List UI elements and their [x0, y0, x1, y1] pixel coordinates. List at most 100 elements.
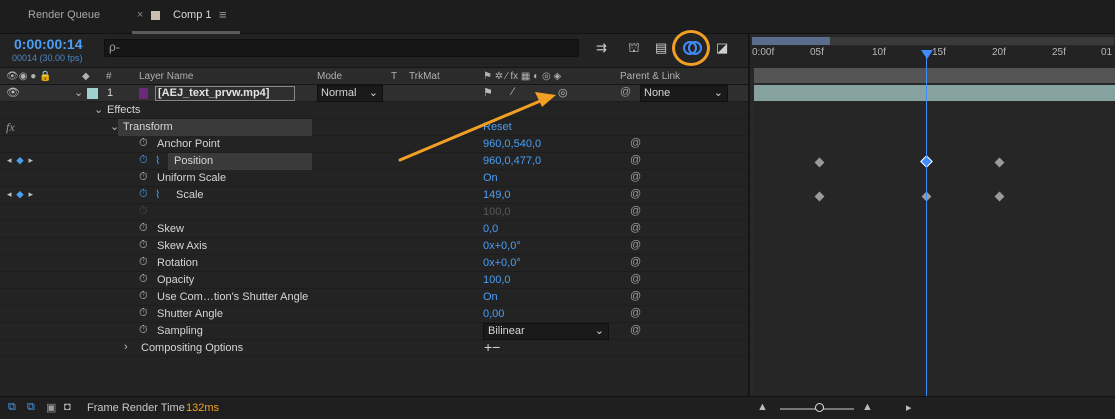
property-value[interactable]: 0x+0,0° [483, 257, 521, 269]
layer-name-header[interactable]: Layer Name [139, 71, 193, 82]
work-area-bar[interactable] [754, 68, 1115, 83]
property-value[interactable]: 0,00 [483, 308, 504, 320]
comp-flowchart-icon[interactable]: ⇉ [596, 40, 607, 56]
blend-mode-select[interactable]: Normal ⌄ [317, 85, 383, 102]
pick-whip-icon[interactable]: @ [620, 86, 631, 98]
draft-3d-icon[interactable]: ⛫ [628, 40, 640, 58]
comp-icon[interactable]: ⧉ [8, 401, 16, 414]
property-row-sampling[interactable]: ⏱ Sampling Bilinear ⌄ @ [0, 323, 748, 340]
stopwatch-icon[interactable]: ⏱ [139, 188, 148, 201]
pick-whip-icon[interactable]: @ [630, 273, 641, 285]
property-value[interactable]: On [483, 172, 498, 184]
timeline-area[interactable]: 0:00f 05f 10f 15f 20f 25f 01 [748, 34, 1115, 396]
zoom-in-icon[interactable]: ▲ [862, 401, 873, 413]
property-row-anchor-point[interactable]: ⏱ Anchor Point 960,0,540,0 @ [0, 136, 748, 153]
pick-whip-icon[interactable]: @ [630, 222, 641, 234]
stopwatch-icon[interactable]: ⏱ [139, 239, 148, 252]
stopwatch-icon[interactable]: ⏱ [139, 290, 148, 303]
pick-whip-icon[interactable]: @ [630, 324, 641, 336]
layer-name[interactable]: [AEJ_text_prvw.mp4] [155, 86, 295, 101]
parent-select[interactable]: None ⌄ [640, 85, 728, 102]
stopwatch-icon[interactable]: ⏱ [139, 137, 148, 150]
property-row-position[interactable]: ◂◆▸ ⏱ ⌇ Position 960,0,477,0 @ [0, 153, 748, 170]
property-row-shutter-angle[interactable]: ⏱ Shutter Angle 0,00 @ [0, 306, 748, 323]
graph-icon[interactable]: ⌇ [155, 188, 160, 201]
pick-whip-icon[interactable]: @ [630, 290, 641, 302]
property-value[interactable]: 0,0 [483, 223, 498, 235]
stopwatch-icon[interactable]: ⏱ [139, 171, 148, 184]
property-value[interactable]: 960,0,540,0 [483, 138, 541, 150]
timeline-toolbar: 0:00:00:14 00014 (30.00 fps) ρ- ⇉ ⛫ ▤ ◪ [0, 34, 748, 67]
pick-whip-icon[interactable]: @ [630, 137, 641, 149]
current-time-indicator[interactable] [926, 52, 927, 396]
stopwatch-icon[interactable]: ⏱ [139, 222, 148, 235]
quality-icon[interactable]: ⁄ [512, 86, 514, 98]
pick-whip-icon[interactable]: @ [630, 154, 641, 166]
timeline-track-area[interactable] [754, 102, 1115, 396]
current-time-display[interactable]: 0:00:00:14 [14, 36, 83, 52]
layer-switches-toggle-icon[interactable]: ⧉ [27, 401, 35, 414]
layer-motion-blur-icon[interactable]: ◎ [558, 86, 568, 99]
twirl-right-icon[interactable]: › [124, 341, 128, 353]
property-value[interactable]: 960,0,477,0 [483, 155, 541, 167]
stopwatch-icon[interactable]: ⏱ [139, 324, 148, 337]
motion-blur-icon[interactable] [683, 41, 702, 55]
graph-editor-icon[interactable]: ◪ [716, 40, 728, 56]
twirl-down-icon[interactable]: ⌄ [110, 120, 119, 133]
property-value[interactable]: On [483, 291, 498, 303]
keyframe-navigator[interactable]: ◂◆▸ [7, 155, 38, 166]
add-remove-mask-buttons[interactable]: +− [484, 339, 500, 355]
twirl-down-icon[interactable]: ⌄ [94, 103, 103, 116]
property-row-uniform-scale[interactable]: ⏱ Uniform Scale On @ [0, 170, 748, 187]
reset-link[interactable]: Reset [483, 121, 512, 133]
transfer-controls-icon[interactable]: ▣ [46, 401, 56, 414]
property-row-rotation[interactable]: ⏱ Rotation 0x+0,0° @ [0, 255, 748, 272]
twirl-down-icon[interactable]: ⌄ [74, 86, 83, 99]
layer-row[interactable]: 👁 ⌄ 1 [AEJ_text_prvw.mp4] Normal ⌄ ⚑ ⁄ ◎ … [0, 85, 748, 102]
layer-duration-bar[interactable] [754, 85, 1115, 101]
stopwatch-icon[interactable]: ⏱ [139, 154, 148, 167]
property-value[interactable]: 100,0 [483, 274, 511, 286]
render-time-icon[interactable]: ◘ [64, 401, 71, 413]
property-value[interactable]: 0x+0,0° [483, 240, 521, 252]
keyframe-navigator[interactable]: ◂◆▸ [7, 189, 38, 200]
property-value[interactable]: 149,0 [483, 189, 511, 201]
frame-blending-icon[interactable]: ▤ [655, 40, 667, 56]
property-row-skew[interactable]: ⏱ Skew 0,0 @ [0, 221, 748, 238]
panel-menu-icon[interactable]: ≡ [219, 7, 227, 22]
pick-whip-icon[interactable]: @ [630, 188, 641, 200]
fx-icon[interactable]: fx [6, 120, 15, 135]
zoom-slider-handle[interactable] [815, 403, 824, 412]
pick-whip-icon[interactable]: @ [630, 239, 641, 251]
property-row-skew-axis[interactable]: ⏱ Skew Axis 0x+0,0° @ [0, 238, 748, 255]
effects-group-row[interactable]: ⌄ Effects [0, 102, 748, 119]
pick-whip-icon[interactable]: @ [630, 256, 641, 268]
layer-label-color[interactable] [87, 88, 98, 99]
zoom-out-icon[interactable]: ▲ [757, 401, 768, 413]
property-row-opacity[interactable]: ⏱ Opacity 100,0 @ [0, 272, 748, 289]
pick-whip-icon[interactable]: @ [630, 171, 641, 183]
pick-whip-icon[interactable]: @ [630, 307, 641, 319]
layer-column-headers: 👁◉ ● 🔒 ◆ # Layer Name Mode T TrkMat ⚑ ✲ … [0, 67, 748, 85]
search-input[interactable]: ρ- [104, 39, 579, 57]
compositing-options-row[interactable]: › Compositing Options +− [0, 339, 748, 357]
close-icon[interactable]: × [137, 9, 143, 21]
stopwatch-icon[interactable]: ⏱ [139, 256, 148, 269]
shy-icon[interactable]: ⚑ [483, 86, 493, 99]
stopwatch-icon[interactable]: ⏱ [139, 273, 148, 286]
parent-link-header: Parent & Link [620, 71, 681, 82]
property-row-scale[interactable]: ◂◆▸ ⏱ ⌇ Scale 149,0 @ [0, 187, 748, 204]
visibility-icon[interactable]: 👁 [6, 86, 20, 99]
blend-mode-value: Normal [321, 87, 357, 99]
transform-effect-row[interactable]: fx ⌄ Transform Reset [0, 119, 748, 136]
scroll-right-icon[interactable]: ▸ [906, 401, 912, 414]
current-time-indicator-head[interactable] [921, 50, 933, 59]
sampling-select[interactable]: Bilinear ⌄ [483, 323, 609, 340]
tab-render-queue[interactable]: Render Queue [28, 9, 100, 27]
ruler-tick-label: 01 [1101, 47, 1113, 58]
property-row-use-comp-shutter[interactable]: ⏱ Use Com…tion's Shutter Angle On @ [0, 289, 748, 306]
time-navigator-range[interactable] [752, 37, 830, 45]
stopwatch-icon[interactable]: ⏱ [139, 307, 148, 320]
time-navigator[interactable] [752, 37, 1114, 45]
graph-icon[interactable]: ⌇ [155, 154, 160, 167]
